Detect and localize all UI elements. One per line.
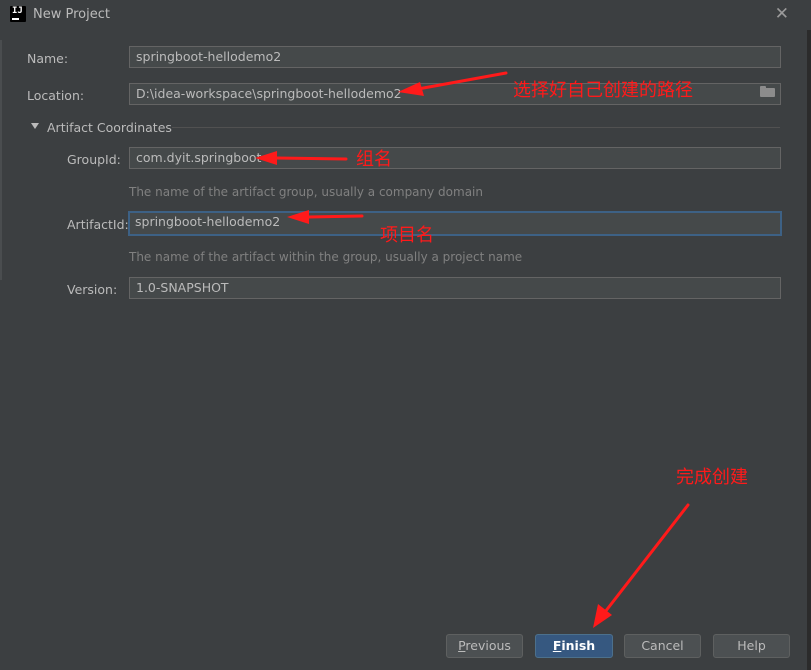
arrow-location-head bbox=[398, 82, 424, 96]
arrow-location-shaft bbox=[416, 71, 508, 91]
arrow-artifactid-head bbox=[287, 210, 309, 224]
arrow-artifactid-shaft bbox=[306, 214, 364, 219]
arrow-finish-shaft bbox=[603, 503, 690, 614]
annotation-arrows bbox=[255, 71, 690, 628]
arrow-groupid-head bbox=[255, 151, 277, 165]
arrow-groupid-shaft bbox=[274, 156, 348, 161]
